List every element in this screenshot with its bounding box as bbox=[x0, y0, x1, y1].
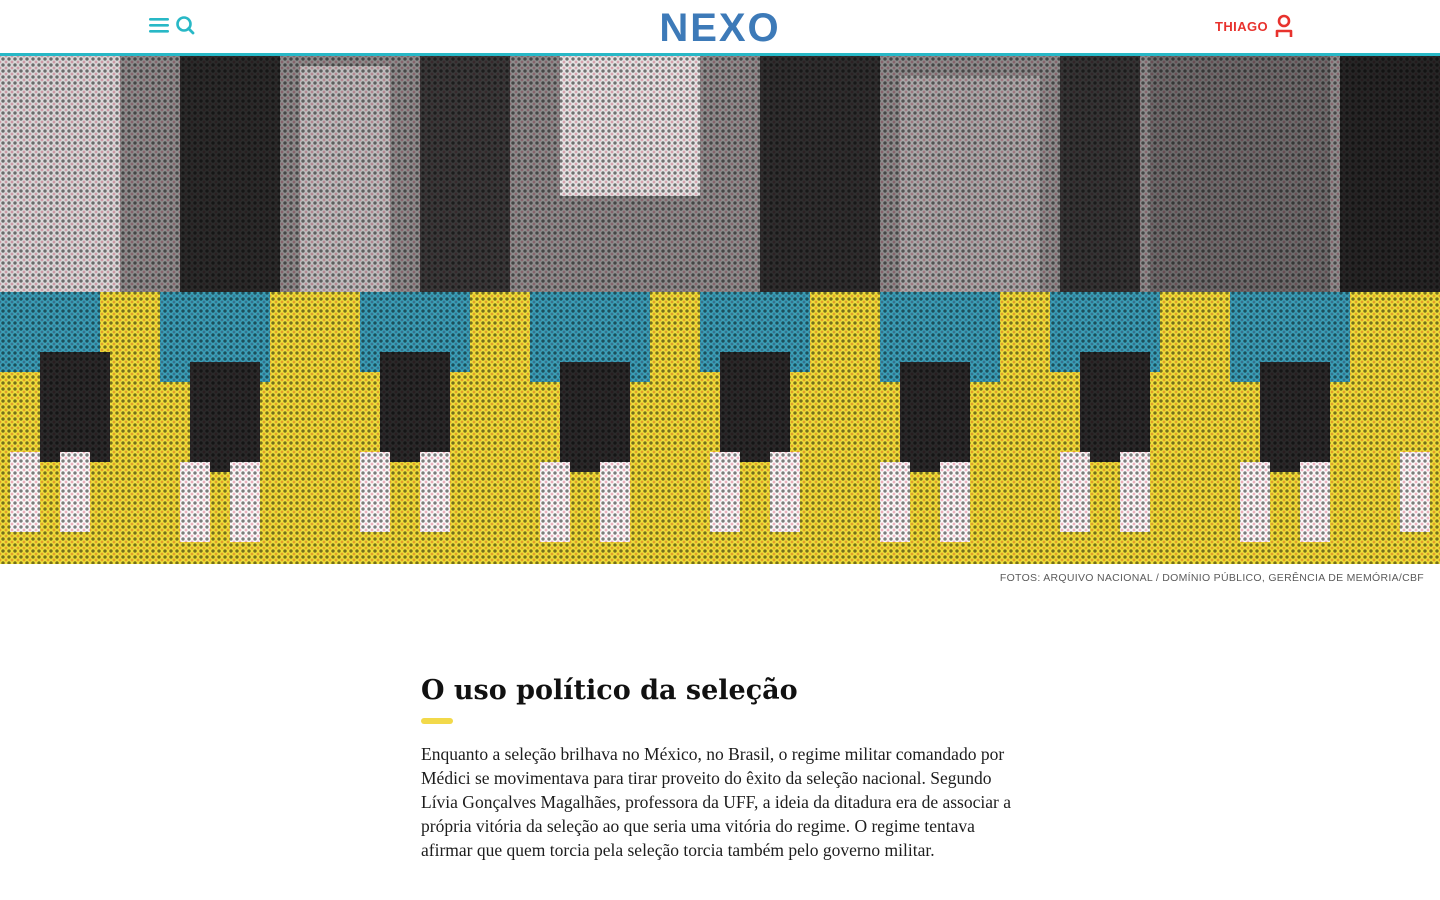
article-section: O uso político da seleção Enquanto a sel… bbox=[421, 672, 1021, 862]
section-title: O uso político da seleção bbox=[421, 675, 798, 706]
user-icon[interactable] bbox=[1274, 14, 1294, 38]
site-header: NEXO THIAGO bbox=[0, 0, 1440, 56]
user-account[interactable]: THIAGO bbox=[1215, 14, 1294, 38]
logo-text: NEXO bbox=[659, 6, 780, 48]
page: NEXO THIAGO FOTOS: ARQUIVO NACIONAL / DO… bbox=[0, 0, 1440, 900]
nexo-logo[interactable]: NEXO bbox=[644, 6, 796, 48]
photo-caption: FOTOS: ARQUIVO NACIONAL / DOMÍNIO PÚBLIC… bbox=[999, 572, 1424, 584]
user-name[interactable]: THIAGO bbox=[1215, 19, 1268, 34]
halftone-overlay-color bbox=[0, 56, 1440, 564]
title-accent-bar bbox=[421, 718, 453, 724]
header-left-controls bbox=[148, 14, 196, 36]
hero-image bbox=[0, 56, 1440, 564]
hamburger-icon[interactable] bbox=[148, 14, 170, 36]
search-icon[interactable] bbox=[174, 14, 196, 36]
article-paragraph: Enquanto a seleção brilhava no México, n… bbox=[421, 744, 1011, 860]
